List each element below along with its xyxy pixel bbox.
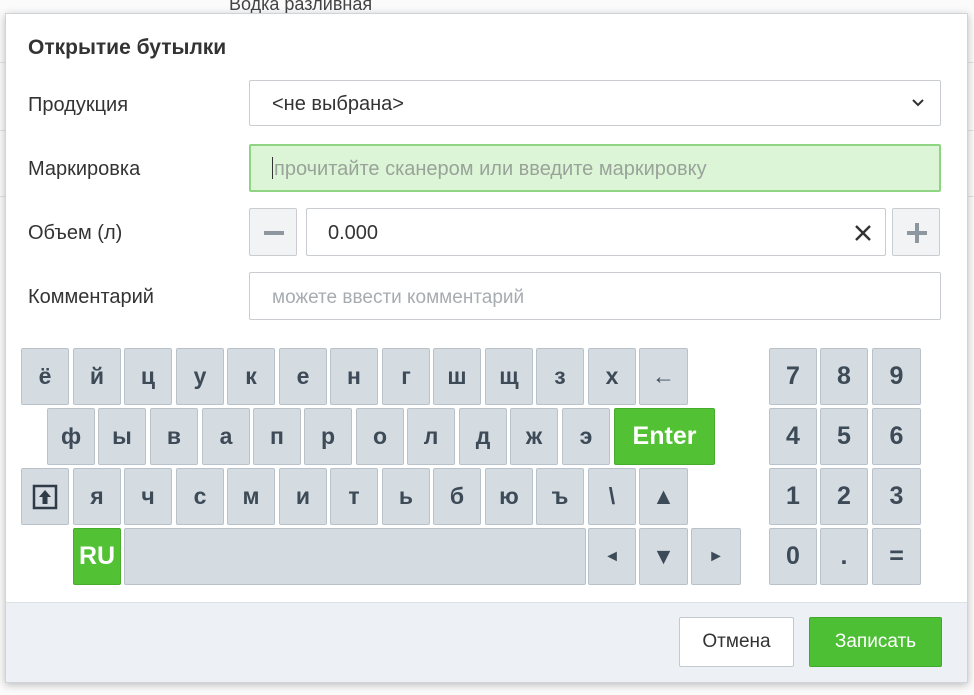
backspace-key[interactable]: ← [639, 348, 688, 405]
key[interactable]: к [227, 348, 275, 405]
key[interactable]: в [150, 408, 198, 465]
volume-decrease-button[interactable] [249, 208, 297, 256]
key[interactable]: ч [124, 468, 172, 525]
onscreen-keyboard: ё й ц у к е н г ш щ з х ← ф ы в а п р о … [6, 348, 967, 602]
volume-label: Объем (л) [28, 222, 123, 244]
key[interactable]: ь [382, 468, 430, 525]
key[interactable]: и [279, 468, 327, 525]
numpad-key[interactable]: 7 [769, 348, 817, 405]
numpad-key[interactable]: = [872, 528, 921, 585]
shift-key[interactable] [21, 468, 69, 525]
minus-icon [264, 231, 284, 235]
chevron-down-icon [912, 99, 924, 107]
key[interactable]: ы [98, 408, 146, 465]
key[interactable]: у [176, 348, 224, 405]
marking-input[interactable]: прочитайте сканером или введите маркиров… [249, 144, 941, 192]
key[interactable]: з [536, 348, 584, 405]
key[interactable]: п [253, 408, 301, 465]
cancel-button[interactable]: Отмена [679, 617, 794, 667]
numpad-key[interactable]: 1 [769, 468, 817, 525]
product-select[interactable]: <не выбрана> [249, 80, 941, 126]
key[interactable]: л [407, 408, 455, 465]
shift-up-icon [32, 484, 58, 509]
key[interactable]: т [330, 468, 378, 525]
volume-increase-button[interactable] [892, 208, 940, 256]
numpad-key[interactable]: 5 [820, 408, 868, 465]
marking-placeholder: прочитайте сканером или введите маркиров… [274, 158, 707, 180]
key[interactable]: е [279, 348, 327, 405]
key[interactable]: ц [124, 348, 172, 405]
numpad-key[interactable]: 6 [872, 408, 921, 465]
key[interactable]: ё [21, 348, 69, 405]
enter-key[interactable]: Enter [614, 408, 715, 465]
key[interactable]: р [304, 408, 352, 465]
language-key[interactable]: RU [73, 528, 121, 585]
marking-label: Маркировка [28, 158, 141, 180]
clear-x-icon[interactable] [853, 223, 873, 243]
key[interactable]: ж [510, 408, 558, 465]
key[interactable]: м [227, 468, 275, 525]
volume-input[interactable]: 0.000 [306, 208, 886, 256]
arrow-right-key[interactable]: ► [691, 528, 741, 585]
product-select-value: <не выбрана> [272, 93, 404, 115]
numpad-key[interactable]: 4 [769, 408, 817, 465]
arrow-down-key[interactable]: ▼ [639, 528, 688, 585]
open-bottle-dialog: Открытие бутылки Продукция <не выбрана> … [5, 13, 968, 683]
key[interactable]: ю [485, 468, 533, 525]
space-key[interactable] [124, 528, 586, 585]
key[interactable]: ш [433, 348, 481, 405]
key[interactable]: н [330, 348, 378, 405]
key[interactable]: я [73, 468, 121, 525]
dialog-footer: Отмена Записать [6, 602, 967, 682]
volume-value: 0.000 [328, 222, 379, 244]
key[interactable]: й [73, 348, 121, 405]
comment-label: Комментарий [28, 286, 154, 308]
key[interactable]: х [588, 348, 636, 405]
key[interactable]: о [356, 408, 404, 465]
key[interactable]: э [562, 408, 610, 465]
comment-input[interactable]: можете ввести комментарий [249, 272, 941, 320]
key[interactable]: ф [47, 408, 95, 465]
key[interactable]: щ [485, 348, 533, 405]
numpad-key[interactable]: 2 [820, 468, 868, 525]
arrow-up-key[interactable]: ▲ [639, 468, 688, 525]
product-label: Продукция [28, 94, 129, 116]
key[interactable]: с [176, 468, 224, 525]
text-caret [272, 157, 273, 179]
key[interactable]: б [433, 468, 481, 525]
comment-placeholder: можете ввести комментарий [272, 287, 525, 308]
numpad-key[interactable]: 9 [872, 348, 921, 405]
save-button[interactable]: Записать [809, 617, 942, 667]
numpad-key[interactable]: 3 [872, 468, 921, 525]
key[interactable]: г [382, 348, 430, 405]
key[interactable]: \ [588, 468, 636, 525]
numpad-key[interactable]: 0 [769, 528, 817, 585]
numpad-key[interactable]: 8 [820, 348, 868, 405]
key[interactable]: ъ [536, 468, 584, 525]
numpad-key[interactable]: . [820, 528, 868, 585]
key[interactable]: а [202, 408, 250, 465]
key[interactable]: д [459, 408, 507, 465]
plus-icon [907, 223, 927, 243]
dialog-title: Открытие бутылки [28, 36, 227, 59]
arrow-left-key[interactable]: ◄ [588, 528, 636, 585]
